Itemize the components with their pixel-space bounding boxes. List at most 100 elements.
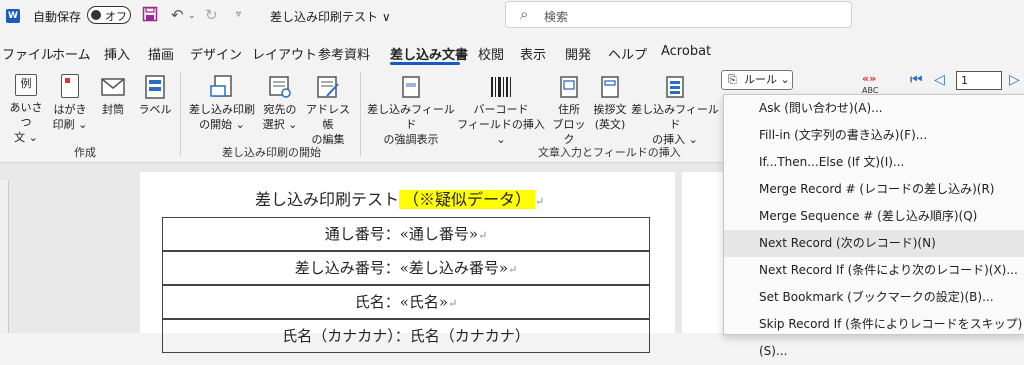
tab-design[interactable]: デザイン	[190, 44, 242, 63]
select-recipients-icon	[269, 76, 291, 98]
highlight-fields-icon	[402, 76, 420, 98]
preview-results-icon[interactable]: «»	[862, 72, 876, 85]
rules-menu: Ask (問い合わせ)(A)... Fill-in (文字列の書き込み)(F).…	[723, 94, 1024, 358]
rules-button[interactable]: ⎘ ルール ⌄	[721, 70, 793, 90]
row-text: 氏名（カナカナ）：氏名（カナカナ）	[282, 327, 530, 345]
group-label-fields: 文章入力とフィールドの挿入	[538, 146, 681, 159]
next-record-icon[interactable]: ▷	[1009, 72, 1020, 88]
greeting-label-2: 文 ⌄	[14, 131, 38, 144]
tab-view[interactable]: 表示	[520, 44, 546, 63]
tab-developer[interactable]: 開発	[565, 44, 591, 63]
document-title[interactable]: 差し込み印刷テスト ∨	[270, 8, 391, 25]
tab-mailings[interactable]: 差し込み文書	[390, 44, 468, 63]
barcode-label-1: バーコード	[473, 103, 529, 116]
record-number-input[interactable]: 1	[956, 71, 1002, 90]
insert-field-icon	[666, 76, 684, 98]
previous-record-icon[interactable]: ◁	[934, 72, 945, 88]
highlight-fields-label-2: の強調表示	[383, 133, 439, 146]
postcard-icon	[61, 74, 79, 98]
menu-item-fill-in[interactable]: Fill-in (文字列の書き込み)(F)...	[724, 122, 1024, 149]
toggle-knob	[91, 9, 101, 20]
select-recipients-label-1: 宛先の	[263, 103, 297, 116]
menu-item-next-record[interactable]: Next Record (次のレコード)(N)	[724, 230, 1024, 257]
heading-highlight: （※疑似データ）	[399, 190, 536, 209]
menu-item-label: If...Then...Else (If 文)(I)...	[759, 155, 905, 169]
edit-list-button[interactable]: アドレス帳 の編集	[302, 74, 354, 147]
menu-item-label: Fill-in (文字列の書き込み)(F)...	[759, 128, 928, 142]
tab-draw[interactable]: 描画	[148, 44, 174, 63]
menu-item-merge-sequence[interactable]: Merge Sequence # (差し込み順序)(Q)	[724, 203, 1024, 230]
envelope-button[interactable]: 封筒	[94, 74, 132, 117]
address-block-label-1: 住所	[558, 103, 580, 116]
insert-field-label-1: 差し込みフィールド	[631, 103, 719, 131]
title-bar: W 自動保存 オフ ↶ ⌄ ↻ ▿ 差し込み印刷テスト ∨ ⌕ 検索	[0, 0, 1024, 34]
greeting-line-icon	[601, 76, 619, 98]
tab-file[interactable]: ファイル	[2, 44, 54, 63]
menu-item-label: Set Bookmark (ブックマークの設定)(B)...	[759, 290, 994, 304]
menu-item-label: Merge Sequence # (差し込み順序)(Q)	[759, 209, 978, 223]
menu-item-skip-record-if[interactable]: Skip Record If (条件によりレコードをスキップ)(S)...	[724, 311, 1024, 358]
menu-item-next-record-if[interactable]: Next Record If (条件により次のレコード)(X)...	[724, 257, 1024, 284]
highlight-fields-label-1: 差し込みフィールド	[367, 103, 455, 131]
row-text: 氏名：«氏名»	[354, 293, 449, 311]
undo-dropdown-icon[interactable]: ⌄	[188, 11, 196, 21]
autosave-label: 自動保存	[33, 10, 82, 24]
start-merge-label-2: の開始 ⌄	[199, 118, 245, 131]
ribbon-tabs: ファイル ホーム 挿入 描画 デザイン レイアウト 参考資料 差し込み文書 校閲…	[0, 40, 1024, 66]
start-merge-button[interactable]: 差し込み印刷 の開始 ⌄	[188, 74, 256, 132]
edit-list-label-1: アドレス帳	[306, 103, 350, 131]
greeting-line-button[interactable]: 挨拶文 (英文)	[590, 74, 630, 132]
tab-references[interactable]: 参考資料	[318, 44, 370, 63]
menu-item-label: Next Record (次のレコード)(N)	[759, 236, 936, 250]
tab-review[interactable]: 校閲	[478, 44, 504, 63]
label-button[interactable]: ラベル	[136, 74, 174, 117]
first-record-icon[interactable]: ⏮	[910, 72, 923, 88]
menu-item-if-then-else[interactable]: If...Then...Else (If 文)(I)...	[724, 149, 1024, 176]
paragraph-mark-icon: ↵	[478, 229, 488, 242]
tab-layout[interactable]: レイアウト	[252, 44, 317, 63]
vertical-ruler	[0, 180, 9, 333]
tab-insert[interactable]: 挿入	[104, 44, 130, 63]
menu-item-merge-record[interactable]: Merge Record # (レコードの差し込み)(R)	[724, 176, 1024, 203]
customize-qat-icon[interactable]: ▿	[236, 9, 241, 20]
select-recipients-button[interactable]: 宛先の 選択 ⌄	[258, 74, 302, 132]
group-separator	[360, 72, 361, 156]
table-row[interactable]: 差し込み番号：«差し込み番号»↵	[162, 251, 650, 285]
menu-item-label: Merge Record # (レコードの差し込み)(R)	[759, 182, 995, 196]
table-row[interactable]: 氏名：«氏名»↵	[162, 285, 650, 319]
group-separator	[180, 72, 181, 156]
menu-item-ask[interactable]: Ask (問い合わせ)(A)...	[724, 95, 1024, 122]
address-block-button[interactable]: 住所 ブロック	[548, 74, 590, 147]
postcard-label-1: はがき	[53, 103, 87, 116]
greeting-line-label-1: 挨拶文	[593, 103, 627, 116]
envelope-label: 封筒	[102, 103, 124, 116]
greeting-line-label-2: (英文)	[594, 118, 626, 131]
address-block-icon	[560, 76, 578, 98]
address-block-label-2: ブロック	[552, 118, 586, 146]
menu-item-set-bookmark[interactable]: Set Bookmark (ブックマークの設定)(B)...	[724, 284, 1024, 311]
paragraph-mark-icon: ↵	[508, 263, 518, 276]
tab-home[interactable]: ホーム	[52, 44, 91, 63]
barcode-label-2: フィールドの挿入 ⌄	[457, 118, 545, 146]
word-logo-icon: W	[6, 9, 20, 23]
tab-acrobat[interactable]: Acrobat	[661, 44, 711, 59]
start-merge-label-1: 差し込み印刷	[189, 103, 255, 116]
table-row[interactable]: 氏名（カナカナ）：氏名（カナカナ）	[162, 319, 650, 353]
undo-icon[interactable]: ↶	[171, 6, 184, 24]
postcard-button[interactable]: はがき 印刷 ⌄	[50, 74, 90, 132]
search-box[interactable]: ⌕ 検索	[505, 1, 852, 28]
tab-help[interactable]: ヘルプ	[608, 44, 647, 63]
insert-field-button[interactable]: 差し込みフィールド の挿入 ⌄	[630, 74, 720, 147]
edit-list-icon	[317, 76, 339, 98]
barcode-button[interactable]: バーコード フィールドの挿入 ⌄	[456, 74, 546, 147]
start-merge-icon	[210, 75, 232, 97]
label-label: ラベル	[138, 103, 172, 116]
autosave-toggle[interactable]: オフ	[87, 6, 131, 24]
highlight-fields-button[interactable]: 差し込みフィールド の強調表示	[366, 74, 456, 147]
menu-item-label: Next Record If (条件により次のレコード)(X)...	[759, 263, 1018, 277]
table-row[interactable]: 通し番号：«通し番号»↵	[162, 217, 650, 251]
search-placeholder: 検索	[544, 10, 569, 24]
greeting-button[interactable]: 例 あいさつ 文 ⌄	[6, 74, 46, 145]
redo-icon[interactable]: ↻	[205, 6, 218, 24]
save-icon[interactable]	[142, 6, 158, 26]
